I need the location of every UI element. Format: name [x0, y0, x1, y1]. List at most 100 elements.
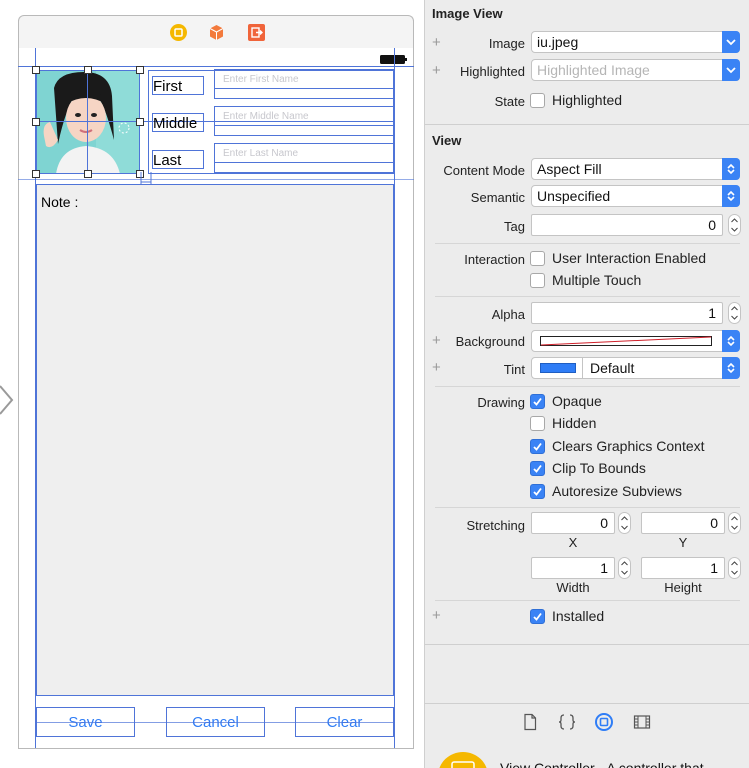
- highlighted-image-label: Highlighted: [459, 64, 525, 79]
- section-divider: [435, 507, 740, 508]
- checkbox-box[interactable]: [530, 93, 545, 108]
- alpha-stepper-icon[interactable]: [728, 302, 741, 324]
- section-divider: [435, 600, 740, 601]
- content-mode-value: Aspect Fill: [537, 161, 602, 177]
- updown-chevron-icon[interactable]: [722, 357, 740, 379]
- stretch-y-field[interactable]: 0: [641, 512, 725, 534]
- stretch-width-stepper-icon[interactable]: [618, 557, 631, 579]
- section-divider: [435, 243, 740, 244]
- checkbox-label: Multiple Touch: [552, 272, 642, 288]
- checkbox-label: Hidden: [552, 415, 597, 431]
- checkbox-label: Highlighted: [552, 92, 623, 108]
- alpha-label: Alpha: [491, 307, 525, 322]
- file-template-icon[interactable]: [521, 713, 539, 731]
- checkbox-box[interactable]: [530, 461, 545, 476]
- checkbox-label: Autoresize Subviews: [552, 483, 682, 499]
- semantic-select[interactable]: Unspecified: [531, 185, 740, 207]
- storyboard-canvas: First Middle Last Enter First Name Enter…: [0, 0, 424, 768]
- section-divider: [425, 124, 749, 125]
- resize-handle[interactable]: [32, 118, 40, 126]
- note-text-view[interactable]: [36, 184, 394, 696]
- alpha-field[interactable]: 1: [531, 302, 723, 324]
- checkbox-box[interactable]: [530, 251, 545, 266]
- resize-handle[interactable]: [32, 170, 40, 178]
- last-name-label: Last: [152, 150, 204, 169]
- updown-chevron-icon[interactable]: [722, 330, 740, 352]
- semantic-label: Semantic: [470, 190, 525, 205]
- stretch-width-field[interactable]: 1: [531, 557, 615, 579]
- resize-handle[interactable]: [136, 66, 144, 74]
- stretch-x-field[interactable]: 0: [531, 512, 615, 534]
- checkbox-label: Clears Graphics Context: [552, 438, 705, 454]
- updown-chevron-icon[interactable]: [722, 185, 740, 207]
- section-divider: [435, 296, 740, 297]
- resize-handle[interactable]: [84, 66, 92, 74]
- resize-handle[interactable]: [32, 66, 40, 74]
- background-color-select[interactable]: [531, 330, 740, 352]
- x-sublabel: X: [568, 535, 578, 550]
- middle-name-placeholder: Enter Middle Name: [223, 111, 309, 122]
- swatch-divider: [582, 358, 583, 378]
- tint-color-select[interactable]: Default: [531, 357, 740, 379]
- image-combo[interactable]: iu.jpeg: [531, 31, 740, 53]
- stretch-height-field[interactable]: 1: [641, 557, 725, 579]
- state-label: State: [494, 94, 525, 109]
- tag-field[interactable]: 0: [531, 214, 723, 236]
- y-sublabel: Y: [678, 535, 688, 550]
- interaction-label: Interaction: [464, 252, 525, 267]
- object-library-icon[interactable]: [595, 713, 613, 731]
- checkbox-box[interactable]: [530, 273, 545, 288]
- field-guide: [214, 162, 394, 163]
- media-library-icon[interactable]: [633, 713, 651, 731]
- middle-name-field[interactable]: Enter Middle Name: [214, 106, 394, 136]
- chevron-down-icon[interactable]: [722, 31, 740, 53]
- drawing-label: Drawing: [477, 395, 525, 410]
- center-guide-v: [87, 70, 88, 174]
- clear-color-swatch-icon: [540, 336, 712, 346]
- button-baseline-guide: [36, 722, 394, 723]
- exit-icon[interactable]: [248, 24, 265, 41]
- highlighted-image-placeholder: Highlighted Image: [537, 62, 650, 78]
- tint-value: Default: [590, 360, 635, 376]
- stretch-x-stepper-icon[interactable]: [618, 512, 631, 534]
- tag-stepper-icon[interactable]: [728, 214, 741, 236]
- updown-chevron-icon[interactable]: [722, 158, 740, 180]
- tag-label: Tag: [504, 219, 525, 234]
- resize-handle[interactable]: [136, 118, 144, 126]
- image-combo-value: iu.jpeg: [537, 34, 579, 50]
- library-item-description: View Controller - A controller that: [500, 760, 704, 768]
- code-snippet-icon[interactable]: [558, 713, 576, 731]
- checkbox-box[interactable]: [530, 484, 545, 499]
- chevron-down-icon[interactable]: [722, 59, 740, 81]
- checkbox-label: Installed: [552, 608, 605, 624]
- checkbox-label: User Interaction Enabled: [552, 250, 707, 266]
- checkbox-box[interactable]: [530, 416, 545, 431]
- checkbox-label: Clip To Bounds: [552, 460, 646, 476]
- first-responder-icon[interactable]: [208, 24, 225, 41]
- trailing-guide: [394, 48, 395, 748]
- semantic-value: Unspecified: [537, 188, 611, 204]
- content-mode-select[interactable]: Aspect Fill: [531, 158, 740, 180]
- height-sublabel: Height: [664, 580, 702, 595]
- stretch-height-stepper-icon[interactable]: [728, 557, 741, 579]
- first-name-field[interactable]: Enter First Name: [214, 69, 394, 99]
- content-mode-label: Content Mode: [443, 163, 525, 178]
- checkbox-box[interactable]: [530, 609, 545, 624]
- last-name-field[interactable]: Enter Last Name: [214, 143, 394, 173]
- add-variation-icon[interactable]: +: [432, 607, 441, 624]
- stretch-y-stepper-icon[interactable]: [728, 512, 741, 534]
- scene-dock: [18, 15, 414, 48]
- checkbox-box[interactable]: [530, 394, 545, 409]
- view-controller-icon[interactable]: [170, 24, 187, 41]
- resize-handle[interactable]: [84, 170, 92, 178]
- view-controller-library-icon[interactable]: [438, 750, 488, 768]
- view-section-title: View: [432, 133, 462, 148]
- highlighted-image-combo[interactable]: Highlighted Image: [531, 59, 740, 81]
- checkbox-box[interactable]: [530, 439, 545, 454]
- stretching-label: Stretching: [466, 518, 525, 533]
- section-divider: [435, 386, 740, 387]
- field-guide: [214, 88, 394, 89]
- tint-label: Tint: [503, 362, 525, 377]
- image-view-section-title: Image View: [432, 6, 503, 21]
- first-name-label: First: [152, 76, 204, 95]
